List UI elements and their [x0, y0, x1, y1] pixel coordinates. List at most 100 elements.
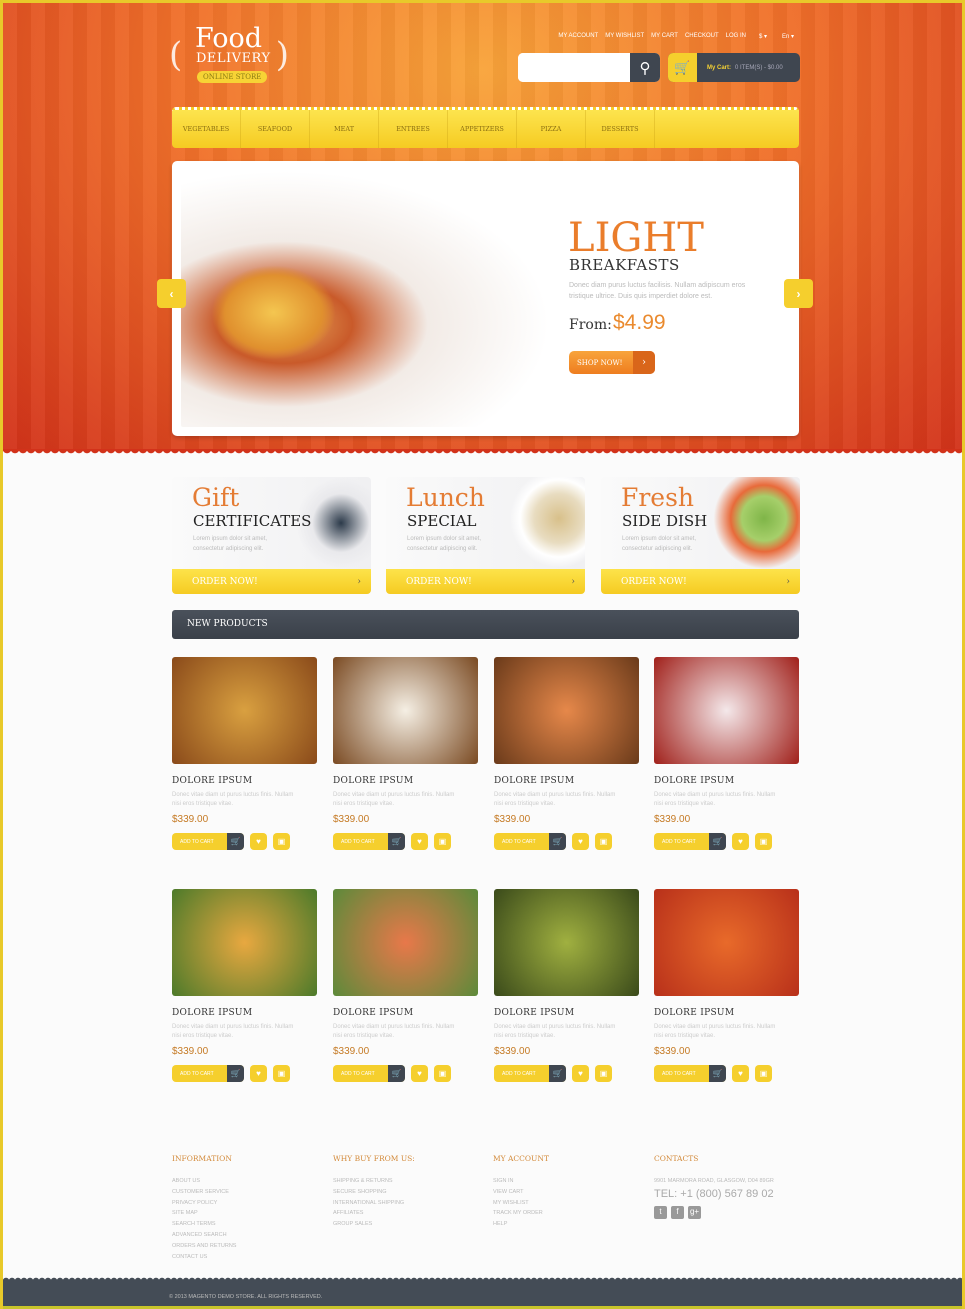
login-link[interactable]: LOG IN [726, 33, 746, 40]
my-account-link[interactable]: MY ACCOUNT [558, 33, 598, 40]
product-name[interactable]: DOLORE IPSUM [494, 776, 639, 786]
google-plus-icon[interactable]: g+ [688, 1205, 701, 1219]
wishlist-button[interactable]: ♥ [411, 833, 428, 850]
product-image[interactable] [654, 889, 799, 996]
footer-link[interactable]: PRIVACY POLICY [172, 1198, 322, 1209]
footer-link[interactable]: AFFILIATES [333, 1208, 483, 1219]
compare-button[interactable]: ▣ [595, 1065, 612, 1082]
slider-next-button[interactable]: › [784, 279, 813, 308]
footer-link[interactable]: ORDERS AND RETURNS [172, 1241, 322, 1252]
order-now-button[interactable]: ORDER NOW! › [601, 569, 800, 594]
product-image[interactable] [494, 889, 639, 996]
footer-link[interactable]: SIGN IN [493, 1176, 643, 1187]
order-now-button[interactable]: ORDER NOW! › [386, 569, 585, 594]
product-image[interactable] [494, 657, 639, 764]
slide-from-label: From: [569, 317, 612, 333]
footer-link[interactable]: ABOUT US [172, 1176, 322, 1187]
add-to-cart-label: ADD TO CART [502, 838, 536, 845]
heart-icon: ♥ [578, 837, 583, 846]
product-name[interactable]: DOLORE IPSUM [654, 1008, 799, 1018]
facebook-icon[interactable]: f [671, 1205, 684, 1219]
add-to-cart-button[interactable]: ADD TO CART 🛒 [654, 833, 726, 850]
logo-badge: ONLINE STORE [197, 71, 268, 83]
footer-link[interactable]: SECURE SHOPPING [333, 1187, 483, 1198]
add-to-cart-button[interactable]: ADD TO CART 🛒 [494, 1065, 566, 1082]
wishlist-button[interactable]: ♥ [250, 1065, 267, 1082]
slider-prev-button[interactable]: ‹ [157, 279, 186, 308]
wishlist-button[interactable]: ♥ [572, 833, 589, 850]
product-description: Donec vitae diam ut purus luctus finis. … [654, 792, 776, 807]
twitter-icon[interactable]: t [654, 1205, 667, 1219]
product-image[interactable] [654, 657, 799, 764]
checkout-link[interactable]: CHECKOUT [685, 33, 719, 40]
compare-button[interactable]: ▣ [434, 1065, 451, 1082]
nav-meat[interactable]: MEAT [310, 110, 379, 148]
footer-link[interactable]: HELP [493, 1219, 643, 1230]
compare-button[interactable]: ▣ [595, 833, 612, 850]
nav-appetizers[interactable]: APPETIZERS [448, 110, 517, 148]
image-icon: ▣ [599, 1069, 608, 1078]
footer-link[interactable]: VIEW CART [493, 1187, 643, 1198]
search-box: ⚲ [518, 53, 660, 82]
footer-link[interactable]: MY WISHLIST [493, 1198, 643, 1209]
add-to-cart-button[interactable]: ADD TO CART 🛒 [494, 833, 566, 850]
footer-link[interactable]: TRACK MY ORDER [493, 1208, 643, 1219]
wishlist-button[interactable]: ♥ [572, 1065, 589, 1082]
nav-desserts[interactable]: DESSERTS [586, 110, 655, 148]
product-name[interactable]: DOLORE IPSUM [172, 1008, 317, 1018]
product-image[interactable] [333, 657, 478, 764]
add-to-cart-button[interactable]: ADD TO CART 🛒 [172, 833, 244, 850]
logo[interactable]: ( ) Food DELIVERY ONLINE STORE [169, 23, 289, 85]
add-to-cart-button[interactable]: ADD TO CART 🛒 [333, 833, 405, 850]
product-image[interactable] [172, 657, 317, 764]
footer-link[interactable]: CUSTOMER SERVICE [172, 1187, 322, 1198]
cart-widget[interactable]: 🛒 My Cart: 0 ITEM(S) - $0.00 [668, 53, 800, 82]
product-name[interactable]: DOLORE IPSUM [333, 776, 478, 786]
wishlist-button[interactable]: ♥ [732, 833, 749, 850]
currency-select[interactable]: $ ▾ [759, 33, 767, 40]
language-select[interactable]: En ▾ [782, 33, 794, 40]
footer-link[interactable]: INTERNATIONAL SHIPPING [333, 1198, 483, 1209]
my-cart-link[interactable]: MY CART [651, 33, 678, 40]
my-wishlist-link[interactable]: MY WISHLIST [605, 33, 644, 40]
compare-button[interactable]: ▣ [755, 1065, 772, 1082]
product-image[interactable] [172, 889, 317, 996]
compare-button[interactable]: ▣ [273, 1065, 290, 1082]
order-now-button[interactable]: ORDER NOW! › [172, 569, 371, 594]
promo-fresh-side-dish[interactable]: Fresh SIDE DISH Lorem ipsum dolor sit am… [601, 477, 800, 594]
nav-pizza[interactable]: PIZZA [517, 110, 586, 148]
shop-now-button[interactable]: SHOP NOW! › [569, 351, 655, 374]
wishlist-button[interactable]: ♥ [250, 833, 267, 850]
product-name[interactable]: DOLORE IPSUM [172, 776, 317, 786]
product-name[interactable]: DOLORE IPSUM [333, 1008, 478, 1018]
product-name[interactable]: DOLORE IPSUM [494, 1008, 639, 1018]
add-to-cart-button[interactable]: ADD TO CART 🛒 [333, 1065, 405, 1082]
footer-link[interactable]: CONTACT US [172, 1252, 322, 1263]
product-price: $339.00 [333, 814, 370, 825]
compare-button[interactable]: ▣ [434, 833, 451, 850]
add-to-cart-button[interactable]: ADD TO CART 🛒 [172, 1065, 244, 1082]
footer-link[interactable]: GROUP SALES [333, 1219, 483, 1230]
nav-seafood[interactable]: SEAFOOD [241, 110, 310, 148]
promo-subtitle: SPECIAL [407, 512, 477, 530]
footer-link[interactable]: SHIPPING & RETURNS [333, 1176, 483, 1187]
nav-vegetables[interactable]: VEGETABLES [172, 110, 241, 148]
search-button[interactable]: ⚲ [630, 53, 660, 82]
footer-link[interactable]: SEARCH TERMS [172, 1219, 322, 1230]
heart-icon: ♥ [417, 1069, 422, 1078]
promo-gift-certificates[interactable]: Gift CERTIFICATES Lorem ipsum dolor sit … [172, 477, 371, 594]
footer-link[interactable]: SITE MAP [172, 1208, 322, 1219]
compare-button[interactable]: ▣ [273, 833, 290, 850]
search-input[interactable] [518, 53, 628, 82]
compare-button[interactable]: ▣ [755, 833, 772, 850]
promo-lunch-special[interactable]: Lunch SPECIAL Lorem ipsum dolor sit amet… [386, 477, 585, 594]
chevron-right-icon: › [796, 286, 801, 301]
product-image[interactable] [333, 889, 478, 996]
footer-link[interactable]: ADVANCED SEARCH [172, 1230, 322, 1241]
wishlist-button[interactable]: ♥ [411, 1065, 428, 1082]
nav-entrees[interactable]: ENTREES [379, 110, 448, 148]
product-name[interactable]: DOLORE IPSUM [654, 776, 799, 786]
main-nav: VEGETABLES SEAFOOD MEAT ENTREES APPETIZE… [172, 107, 799, 148]
wishlist-button[interactable]: ♥ [732, 1065, 749, 1082]
add-to-cart-button[interactable]: ADD TO CART 🛒 [654, 1065, 726, 1082]
